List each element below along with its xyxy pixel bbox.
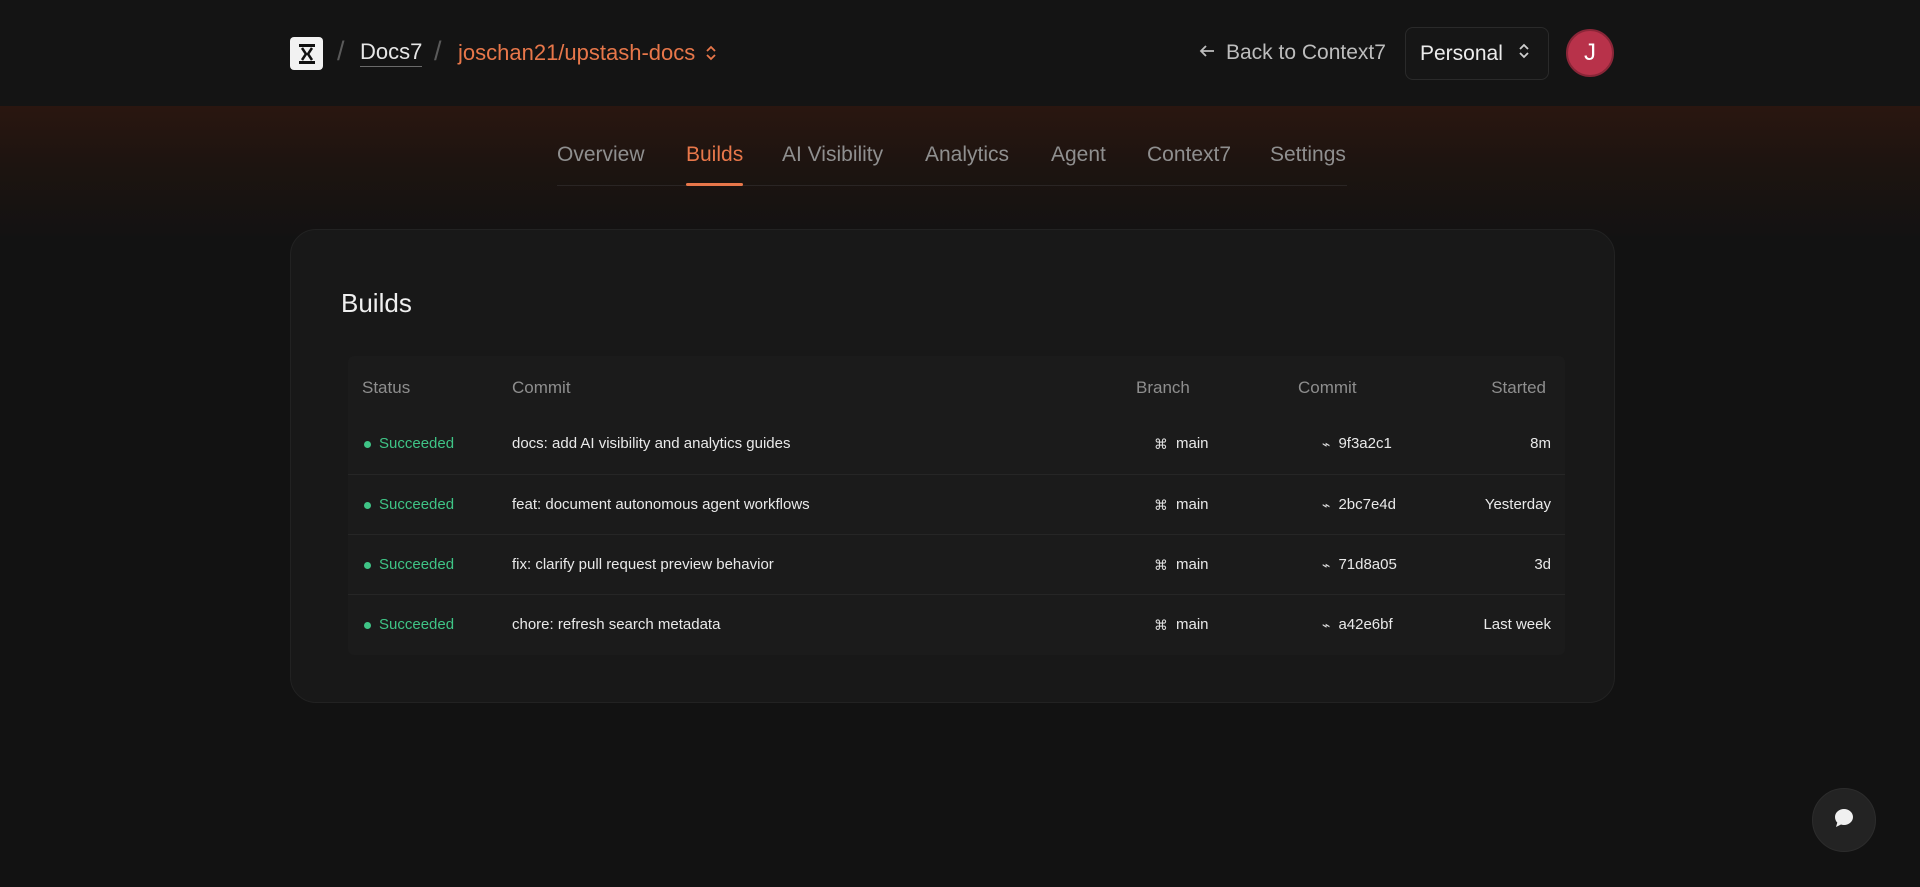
branch-name: main (1176, 435, 1209, 452)
commit-hash: a42e6bf (1338, 616, 1393, 633)
commit-hash: 9f3a2c1 (1338, 435, 1392, 452)
commit-icon: ⌁ (1322, 617, 1331, 633)
command-icon: ⌘ (1154, 436, 1168, 452)
commit-cell: ⌁ 9f3a2c1 (1322, 434, 1392, 454)
workspace-selector[interactable]: Personal (1405, 27, 1549, 80)
command-icon: ⌘ (1154, 497, 1168, 513)
repo-name: joschan21/upstash-docs (458, 40, 696, 65)
started-time: Last week (1483, 616, 1551, 633)
column-header-branch: Branch (1136, 378, 1190, 397)
table-row[interactable]: Succeeded fix: clarify pull request prev… (348, 534, 1565, 594)
commit-message: chore: refresh search metadata (512, 616, 721, 633)
commit-cell: ⌁ 2bc7e4d (1322, 495, 1396, 515)
commit-message: feat: document autonomous agent workflow… (512, 496, 810, 513)
status-badge: Succeeded (364, 555, 454, 575)
tab-agent[interactable]: Agent (1051, 142, 1106, 168)
success-dot-icon (364, 501, 371, 509)
chevron-up-down-icon (705, 44, 717, 62)
commit-hash: 71d8a05 (1338, 556, 1397, 573)
column-header-status: Status (362, 378, 411, 397)
builds-card: Builds Status Commit Branch Commit Start… (290, 229, 1615, 703)
branch-cell: ⌘ main (1154, 555, 1209, 575)
status-badge: Succeeded (364, 495, 454, 515)
table-row[interactable]: Succeeded chore: refresh search metadata… (348, 594, 1565, 654)
status-badge: Succeeded (364, 434, 454, 454)
branch-cell: ⌘ main (1154, 615, 1209, 635)
user-avatar[interactable]: J (1566, 29, 1614, 77)
table-row[interactable]: Succeeded feat: document autonomous agen… (348, 474, 1565, 534)
workspace-label: Personal (1420, 41, 1503, 65)
tab-analytics[interactable]: Analytics (925, 142, 1009, 168)
back-to-context7-link[interactable]: Back to Context7 (1198, 40, 1386, 66)
started-time: 8m (1530, 435, 1551, 452)
chevron-up-down-icon (1518, 42, 1530, 66)
commit-message: docs: add AI visibility and analytics gu… (512, 435, 791, 452)
status-label: Succeeded (379, 435, 455, 452)
column-header-commit-message: Commit (512, 378, 571, 397)
command-icon: ⌘ (1154, 557, 1168, 573)
command-icon: ⌘ (1154, 617, 1168, 633)
commit-icon: ⌁ (1322, 557, 1331, 573)
avatar-initial: J (1584, 39, 1596, 66)
branch-name: main (1176, 616, 1209, 633)
status-label: Succeeded (379, 496, 455, 513)
commit-hash: 2bc7e4d (1338, 496, 1396, 513)
repo-selector[interactable]: joschan21/upstash-docs (458, 40, 717, 66)
tab-settings[interactable]: Settings (1270, 142, 1346, 168)
project-tabs: Overview Builds AI Visibility Analytics … (557, 138, 1347, 186)
back-link-label: Back to Context7 (1226, 41, 1386, 64)
status-label: Succeeded (379, 556, 455, 573)
success-dot-icon (364, 621, 371, 629)
tab-overview[interactable]: Overview (557, 142, 645, 168)
column-header-started: Started (1491, 378, 1546, 397)
chat-button[interactable] (1812, 788, 1876, 852)
branch-name: main (1176, 556, 1209, 573)
docs-logo-icon[interactable] (290, 37, 323, 70)
tab-context7[interactable]: Context7 (1147, 142, 1231, 168)
arrow-left-icon (1198, 40, 1216, 66)
started-time: 3d (1534, 556, 1551, 573)
active-tab-indicator (686, 183, 743, 186)
builds-title: Builds (341, 288, 412, 318)
column-header-commit-hash: Commit (1298, 378, 1357, 397)
tab-builds[interactable]: Builds (686, 142, 743, 168)
commit-cell: ⌁ a42e6bf (1322, 615, 1393, 635)
commit-message: fix: clarify pull request preview behavi… (512, 556, 774, 573)
breadcrumb-separator: / (337, 36, 345, 66)
status-badge: Succeeded (364, 615, 454, 635)
breadcrumb-separator: / (434, 36, 442, 66)
builds-table: Status Commit Branch Commit Started Succ… (348, 356, 1565, 655)
commit-icon: ⌁ (1322, 497, 1331, 513)
branch-cell: ⌘ main (1154, 434, 1209, 454)
branch-name: main (1176, 496, 1209, 513)
breadcrumb-project[interactable]: Docs7 (360, 40, 423, 67)
tab-ai-visibility[interactable]: AI Visibility (782, 142, 883, 168)
success-dot-icon (364, 561, 371, 569)
started-time: Yesterday (1484, 496, 1551, 513)
table-row[interactable]: Succeeded docs: add AI visibility and an… (348, 414, 1565, 474)
chat-bubble-icon (1832, 806, 1856, 835)
commit-cell: ⌁ 71d8a05 (1322, 555, 1397, 575)
commit-icon: ⌁ (1322, 436, 1331, 452)
success-dot-icon (364, 440, 371, 448)
status-label: Succeeded (379, 616, 455, 633)
top-header (0, 0, 1920, 106)
branch-cell: ⌘ main (1154, 495, 1209, 515)
